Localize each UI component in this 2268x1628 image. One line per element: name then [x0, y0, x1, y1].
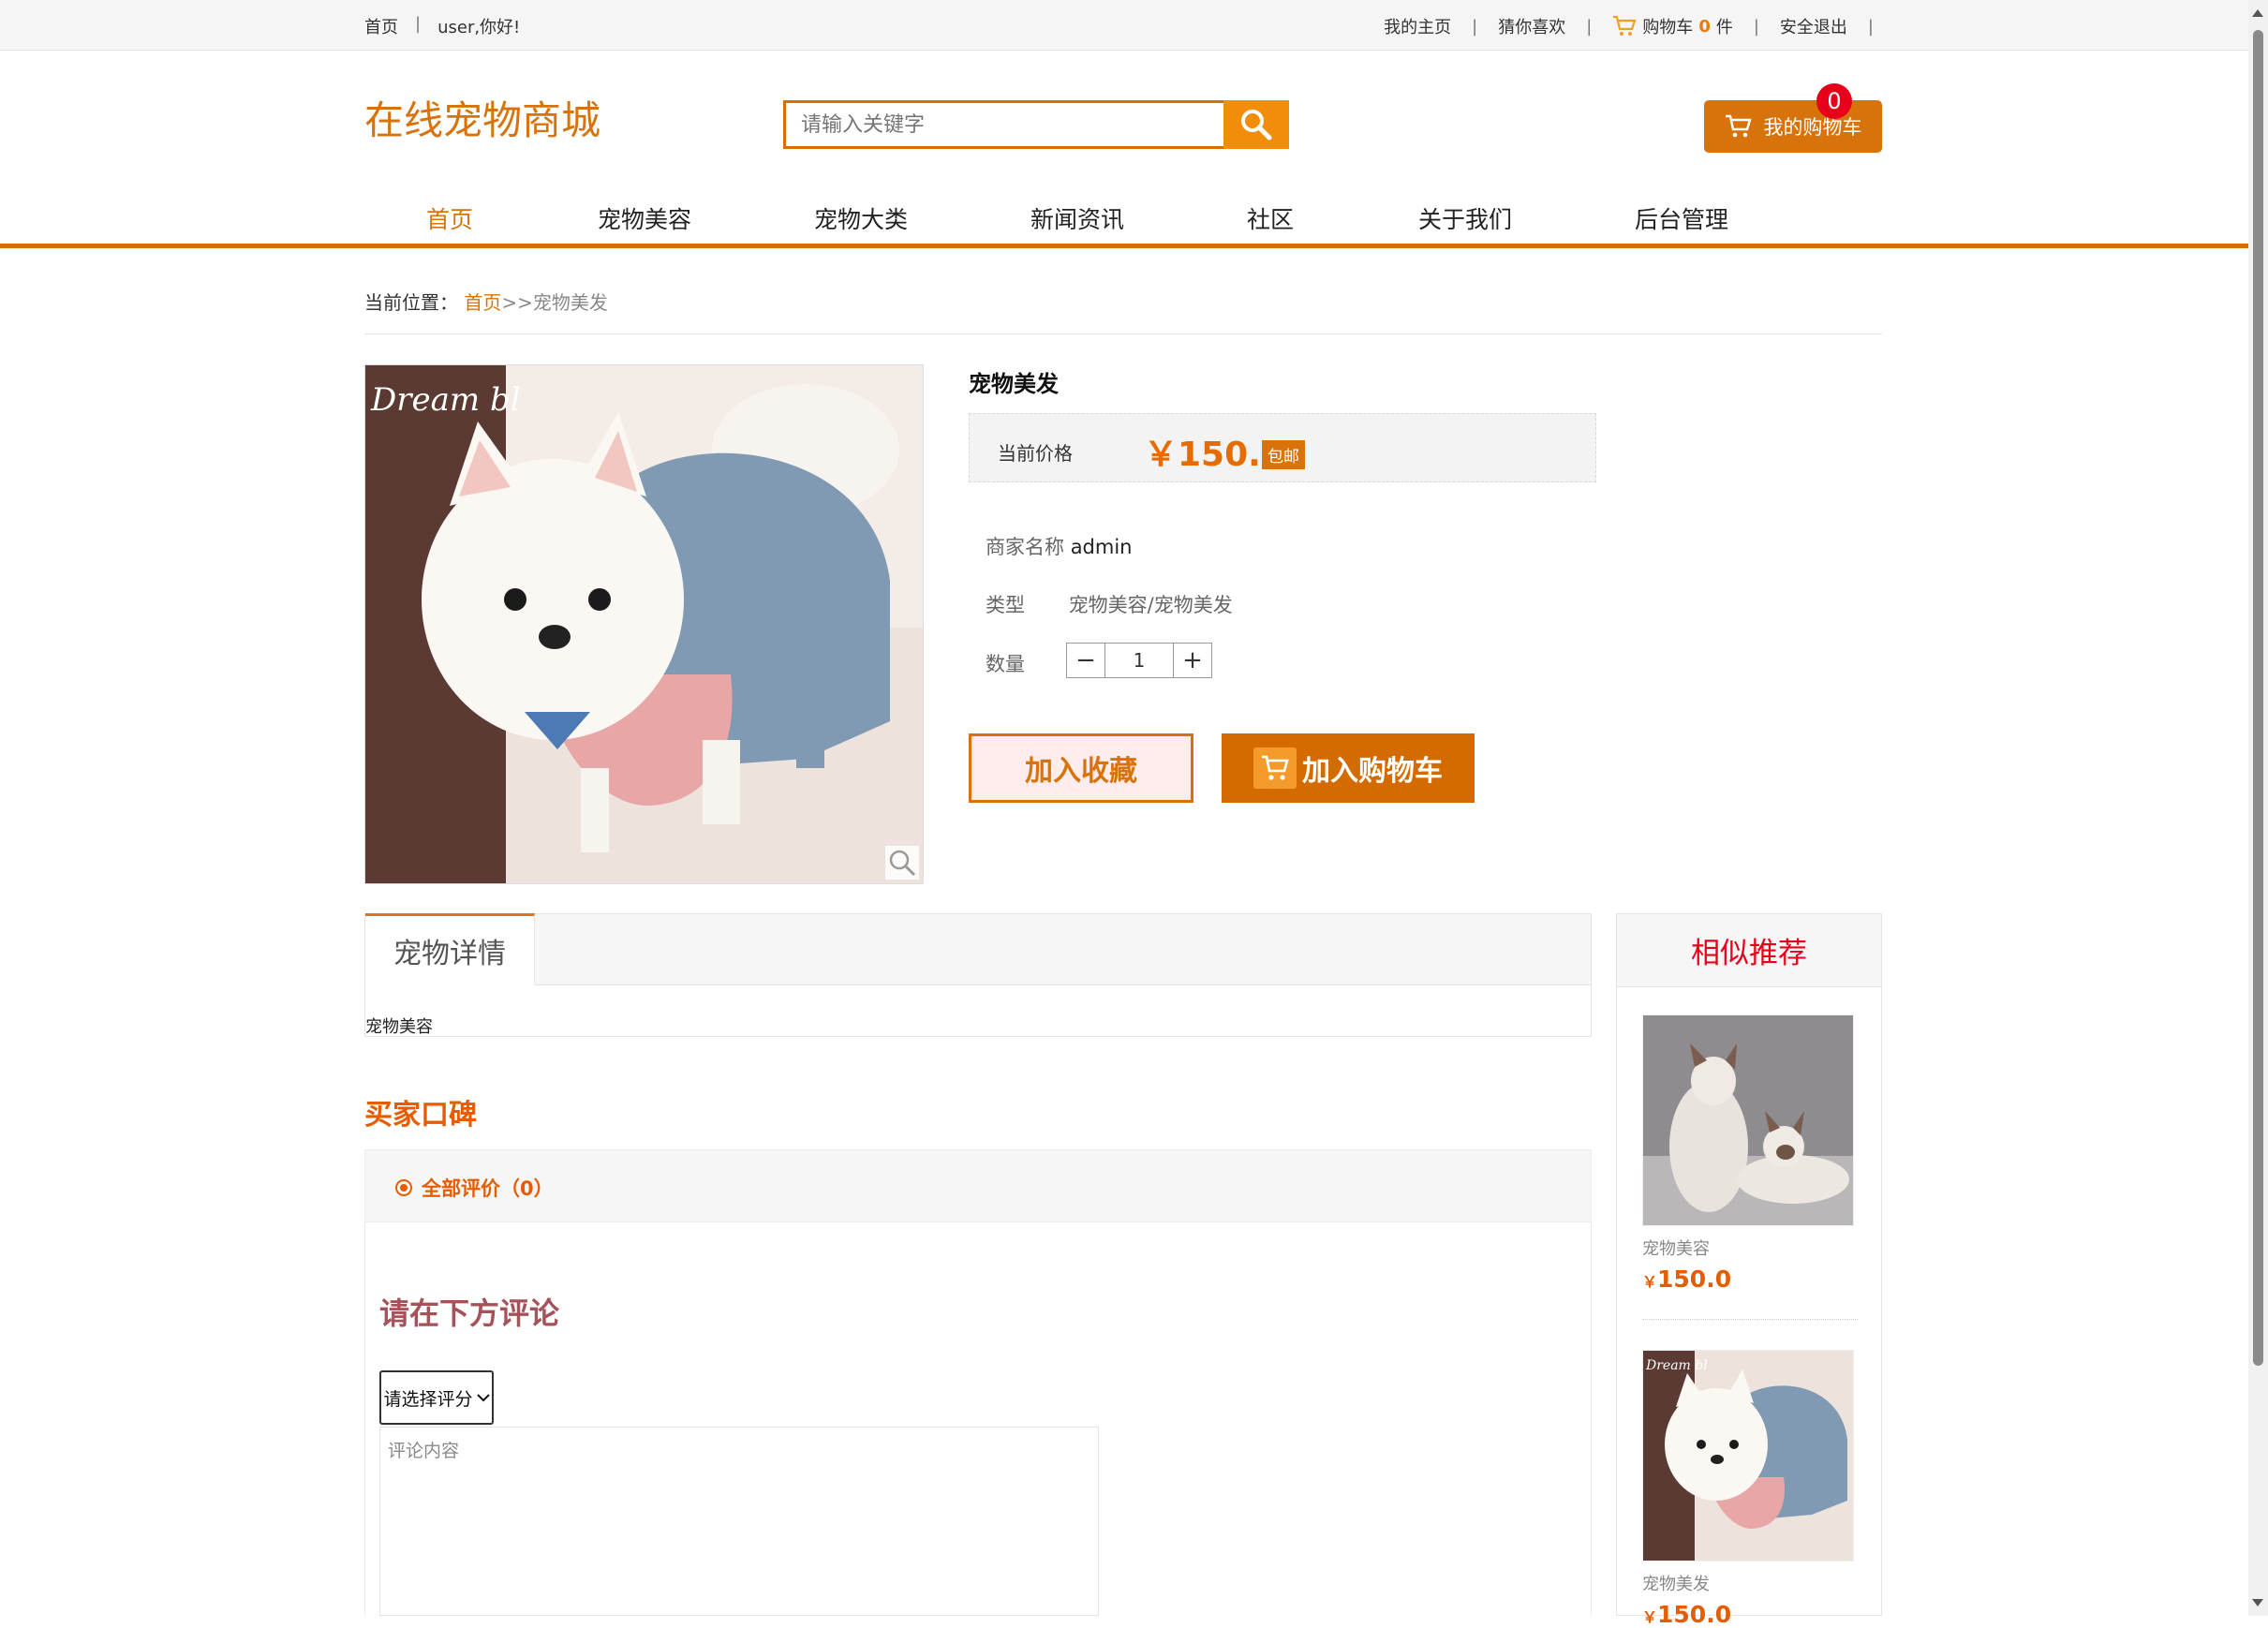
- recommend-price: ￥150.0: [1642, 1265, 1854, 1293]
- separator: |: [1586, 16, 1593, 37]
- price-label: 当前价格: [998, 442, 1073, 465]
- recommend-price: ￥150.0: [1642, 1601, 1854, 1628]
- product-name: 宠物美发: [969, 371, 1059, 397]
- merchant-value: admin: [1070, 536, 1133, 558]
- qty-input[interactable]: 1: [1104, 644, 1174, 677]
- type-label: 类型: [986, 594, 1025, 616]
- top-bar: 首页 | user,你好! 我的主页 | 猜你喜欢 | 购物车 0 件 | 安全退出…: [0, 0, 2248, 51]
- recommend-image[interactable]: Dream bl: [1642, 1350, 1854, 1561]
- details-tab-bar: 宠物详情: [365, 913, 1591, 985]
- search-bar: [783, 100, 1289, 149]
- review-prompt: 请在下方评论: [379, 1295, 560, 1331]
- chevron-down-icon: [476, 1394, 490, 1402]
- recommend-image[interactable]: [1642, 1014, 1854, 1226]
- my-cart-button[interactable]: 我的购物车 0: [1704, 83, 1882, 153]
- main-nav: 首页 宠物美容 宠物大类 新闻资讯 社区 关于我们 后台管理: [0, 192, 2248, 248]
- price-box: 当前价格 ￥150.0 包邮: [969, 413, 1596, 482]
- nav-item-grooming[interactable]: 宠物美容: [598, 201, 691, 235]
- nav-item-admin[interactable]: 后台管理: [1635, 201, 1728, 235]
- cart-count-badge: 0: [1816, 83, 1852, 119]
- filter-all-label: 全部评价（0）: [422, 1177, 554, 1200]
- similar-recommendations: 相似推荐 宠物美容 ￥150.0 Dream bl 宠物美发 ￥150.0: [1616, 913, 1882, 1628]
- separator: |: [1472, 16, 1478, 37]
- type-row: 类型 宠物美容/宠物美发: [986, 590, 1233, 618]
- scroll-up-arrow-icon[interactable]: [2252, 9, 2263, 17]
- details-body: 宠物美容: [365, 1017, 433, 1037]
- review-form: 请在下方评论 请选择评分 评论内容: [364, 1222, 1592, 1616]
- cart-icon: [1613, 15, 1637, 36]
- scrollbar-thumb[interactable]: [2253, 30, 2263, 1366]
- separator: |: [1867, 16, 1874, 37]
- breadcrumb-arrow: >>: [501, 291, 533, 314]
- merchant-row: 商家名称 admin: [986, 532, 1133, 560]
- my-home-link[interactable]: 我的主页: [1384, 14, 1451, 38]
- separator: |: [415, 14, 422, 34]
- scroll-down-arrow-icon[interactable]: [2252, 1599, 2263, 1606]
- nav-item-news[interactable]: 新闻资讯: [1030, 201, 1124, 235]
- cart-count: 0: [1698, 16, 1711, 37]
- dog-photo: Dream bl: [365, 365, 923, 883]
- nav-item-about[interactable]: 关于我们: [1418, 201, 1512, 235]
- free-shipping-badge: 包邮: [1262, 440, 1305, 469]
- cart-suffix: 件: [1715, 18, 1733, 37]
- recommend-item[interactable]: Dream bl 宠物美发 ￥150.0: [1642, 1350, 1854, 1628]
- currency-symbol: ￥: [1642, 1608, 1658, 1626]
- nav-item-categories[interactable]: 宠物大类: [814, 201, 908, 235]
- zoom-icon[interactable]: [885, 846, 919, 880]
- add-to-cart-button[interactable]: 加入购物车: [1222, 733, 1475, 803]
- nav-item-community[interactable]: 社区: [1247, 201, 1294, 235]
- product-image[interactable]: Dream bl: [364, 364, 924, 884]
- tab-pet-details[interactable]: 宠物详情: [365, 913, 535, 985]
- nav-item-home[interactable]: 首页: [426, 201, 473, 235]
- search-button[interactable]: [1223, 100, 1289, 149]
- recommend-price-value: 150.0: [1657, 1601, 1732, 1628]
- breadcrumb: 当前位置： 首页>>宠物美发: [364, 288, 608, 315]
- add-favorite-button[interactable]: 加入收藏: [969, 733, 1193, 803]
- product-details-panel: 宠物详情 宠物美容: [364, 913, 1592, 1037]
- search-input[interactable]: [783, 100, 1223, 149]
- breadcrumb-current: 宠物美发: [532, 291, 608, 314]
- review-filter-bar: 全部评价（0）: [364, 1149, 1592, 1222]
- svg-text:Dream bl: Dream bl: [370, 381, 521, 419]
- breadcrumb-label: 当前位置：: [364, 291, 458, 314]
- recommend-name: 宠物美发: [1642, 1575, 1710, 1594]
- recommend-price-value: 150.0: [1657, 1265, 1732, 1293]
- currency-symbol: ￥: [1642, 1273, 1658, 1291]
- type-value: 宠物美容/宠物美发: [1068, 594, 1233, 616]
- reviews-title: 买家口碑: [364, 1099, 477, 1132]
- cart-icon: [1725, 114, 1752, 138]
- mini-cart-link[interactable]: 购物车 0 件: [1612, 14, 1733, 38]
- separator: |: [1753, 16, 1759, 37]
- quantity-stepper: − 1 +: [1066, 643, 1212, 678]
- search-icon: [1241, 110, 1272, 141]
- radio-icon: [395, 1179, 412, 1196]
- divider: [364, 333, 1882, 334]
- breadcrumb-home[interactable]: 首页: [464, 291, 501, 314]
- review-content-input[interactable]: 评论内容: [379, 1427, 1099, 1616]
- my-cart-label: 我的购物车: [1763, 116, 1862, 139]
- recommend-title: 相似推荐: [1617, 914, 1881, 987]
- top-home-link[interactable]: 首页: [364, 14, 398, 38]
- rating-select-value: 请选择评分: [383, 1388, 473, 1410]
- recommend-name: 宠物美容: [1642, 1239, 1710, 1259]
- user-greeting: user,你好!: [437, 18, 521, 37]
- guess-like-link[interactable]: 猜你喜欢: [1498, 14, 1565, 38]
- rating-select[interactable]: 请选择评分: [379, 1370, 494, 1425]
- merchant-label: 商家名称: [986, 536, 1064, 558]
- add-to-cart-label: 加入购物车: [1302, 755, 1443, 788]
- svg-text:Dream bl: Dream bl: [1645, 1358, 1708, 1373]
- filter-all-reviews[interactable]: 全部评价（0）: [395, 1174, 554, 1202]
- cart-prefix: 购物车: [1642, 18, 1694, 37]
- cart-icon: [1253, 747, 1297, 789]
- divider: [1642, 1319, 1858, 1320]
- qty-plus-button[interactable]: +: [1174, 644, 1211, 677]
- page-scrollbar[interactable]: [2248, 0, 2268, 1616]
- logout-link[interactable]: 安全退出: [1780, 14, 1847, 38]
- site-logo[interactable]: 在线宠物商城: [364, 89, 600, 146]
- recommend-item[interactable]: 宠物美容 ￥150.0: [1642, 1014, 1854, 1293]
- qty-label: 数量: [986, 653, 1025, 675]
- qty-minus-button[interactable]: −: [1067, 644, 1104, 677]
